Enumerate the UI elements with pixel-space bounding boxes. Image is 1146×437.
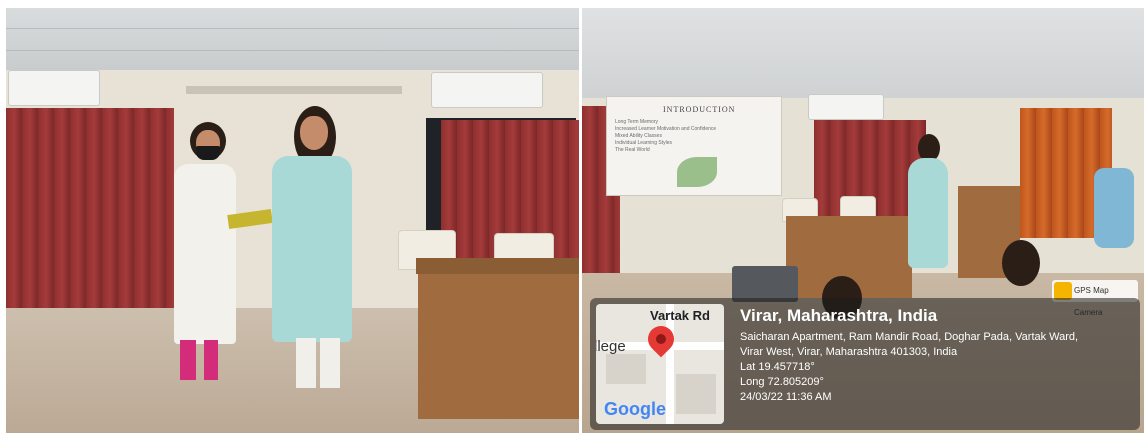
slide-bullet: Mixed Ability Classes xyxy=(615,133,662,139)
student-leg xyxy=(180,340,196,380)
location-title: Virar, Maharashtra, India xyxy=(740,306,938,325)
left-photo xyxy=(6,8,579,433)
air-conditioner xyxy=(808,94,884,120)
map-thumbnail: Vartak Rd llege Google xyxy=(596,304,724,424)
desk-top xyxy=(416,258,579,274)
ceiling xyxy=(582,8,1144,98)
ceiling-panel-line xyxy=(6,28,579,29)
teacher-kurta xyxy=(272,156,352,342)
slide-bullets: Long Term Memory Increased Learner Motiv… xyxy=(615,119,716,154)
tube-light xyxy=(186,86,402,94)
latitude: Lat 19.457718° xyxy=(740,361,815,373)
curtain-left xyxy=(6,108,174,308)
desk-front xyxy=(418,274,579,419)
laptop xyxy=(732,266,798,302)
gps-details: Virar, Maharashtra, India Saicharan Apar… xyxy=(740,306,1078,405)
slide-bullet: Long Term Memory xyxy=(615,119,658,125)
teacher-face xyxy=(300,116,328,150)
google-logo: Google xyxy=(604,399,666,419)
face-mask xyxy=(196,146,220,160)
teacher-leg xyxy=(320,338,340,388)
map-road-label: Vartak Rd xyxy=(650,308,710,323)
slide-leaf-graphic xyxy=(677,157,717,187)
ceiling-panel-line xyxy=(6,50,579,51)
right-photo: INTRODUCTION Long Term Memory Increased … xyxy=(582,8,1144,433)
location-pin-dot xyxy=(656,334,666,344)
address-line: Virar West, Virar, Maharashtra 401303, I… xyxy=(740,346,958,358)
slide-title: INTRODUCTION xyxy=(663,105,736,114)
air-conditioner xyxy=(431,72,543,108)
map-block xyxy=(676,374,716,414)
student-head xyxy=(1002,240,1040,286)
student-standing xyxy=(1094,168,1134,248)
presenter-kurta xyxy=(908,158,948,268)
teacher-leg xyxy=(296,338,316,388)
timestamp: 24/03/22 11:36 AM xyxy=(740,391,832,403)
student-kurta xyxy=(174,164,236,344)
slide-bullet: The Real World xyxy=(615,147,650,153)
student-leg xyxy=(204,340,218,380)
map-place-label: llege xyxy=(596,338,626,355)
slide-bullet: Individual Learning Styles xyxy=(615,140,672,146)
air-conditioner xyxy=(8,70,100,106)
ceiling xyxy=(6,8,579,70)
address-line: Saicharan Apartment, Ram Mandir Road, Do… xyxy=(740,331,1079,343)
projector-screen: INTRODUCTION Long Term Memory Increased … xyxy=(606,96,782,196)
gps-overlay-card: Vartak Rd llege Google Virar, Maharashtr… xyxy=(590,298,1140,430)
longitude: Long 72.805209° xyxy=(740,376,824,388)
slide-bullet: Increased Learner Motivation and Confide… xyxy=(615,126,717,132)
map-block xyxy=(606,354,646,384)
